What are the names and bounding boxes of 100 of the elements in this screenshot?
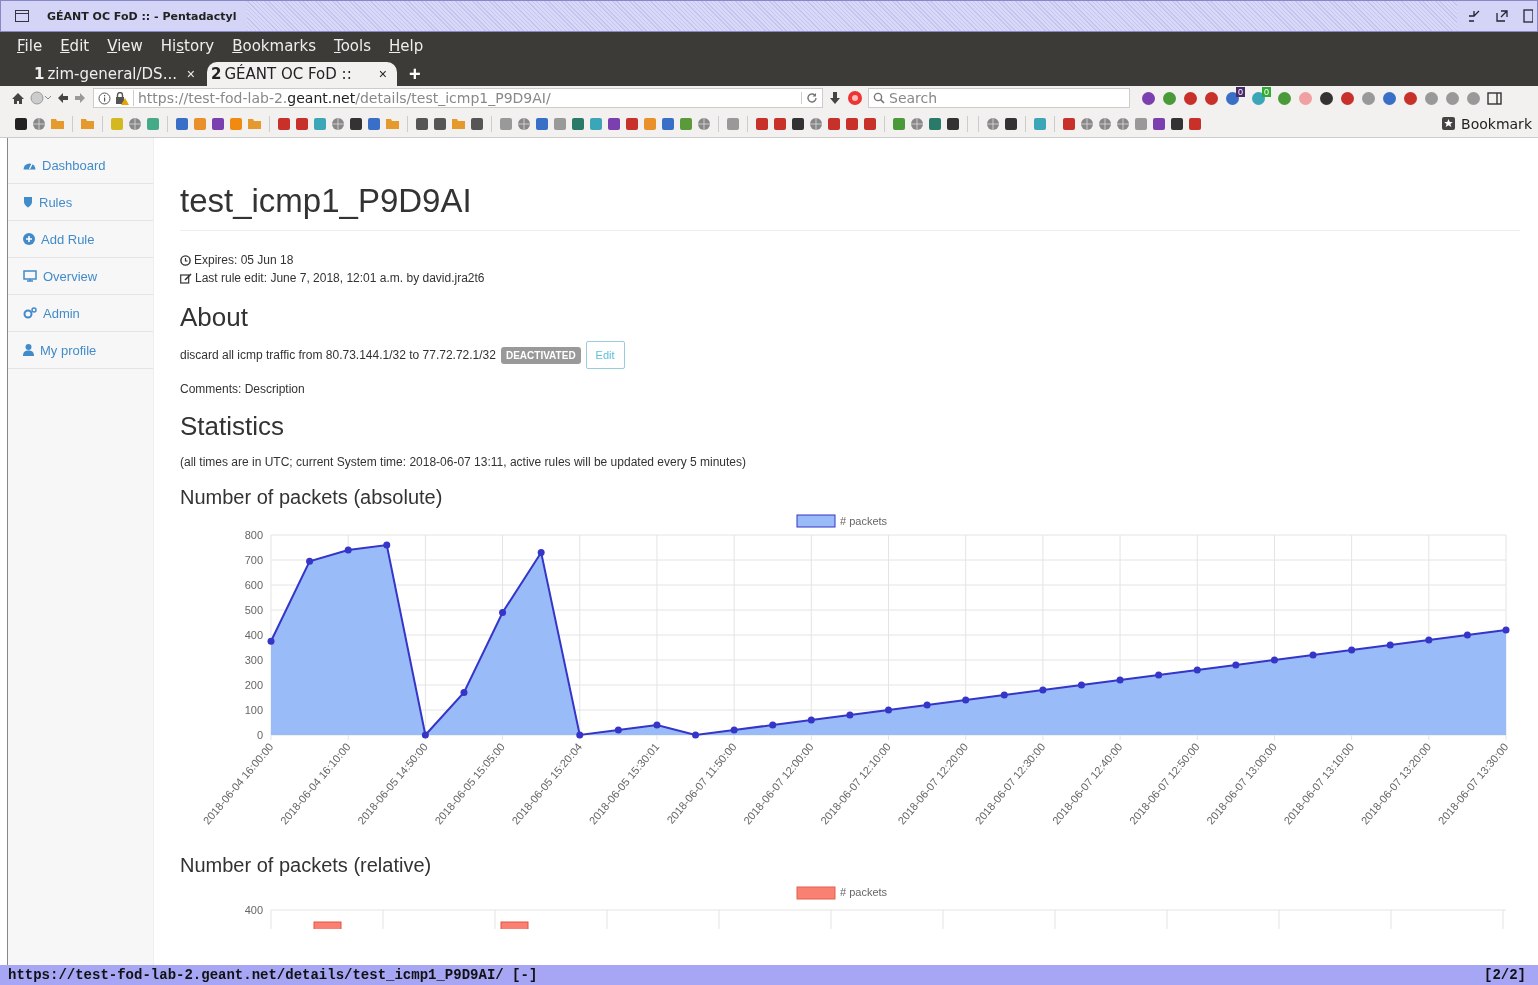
y-tick-label: 400: [244, 629, 263, 641]
info-icon: [98, 91, 111, 105]
data-point: [692, 731, 700, 739]
bookmarks-button[interactable]: Bookmark: [1442, 115, 1532, 132]
data-point: [383, 541, 391, 549]
bookmark-icon[interactable]: [1170, 116, 1184, 131]
data-point: [537, 549, 545, 556]
forward-icon[interactable]: [74, 92, 86, 104]
statistics-note: (all times are in UTC; current System time: 2018-06-07 13:11, active rules will be updated every 5 minutes): [180, 455, 748, 469]
data-point: [460, 689, 468, 696]
data-point: [1116, 676, 1124, 684]
reload-icon[interactable]: [801, 92, 818, 104]
back-icon[interactable]: [57, 92, 69, 104]
addon-badge: 0: [1262, 87, 1272, 97]
menu-item[interactable]: View: [98, 37, 152, 55]
menu-item[interactable]: Bookmarks: [223, 37, 325, 55]
chart-legend: # packets: [796, 514, 888, 528]
menu-item[interactable]: Help: [379, 37, 433, 55]
bookmark-icon[interactable]: [470, 116, 484, 131]
globe-icon[interactable]: [517, 116, 531, 131]
rule-name: test_icmp1_P9D9AI: [180, 182, 1520, 231]
data-point: [1232, 661, 1240, 669]
data-point: [421, 731, 429, 739]
bookmark-icon[interactable]: [433, 116, 447, 131]
expiry-text: Expires: 05 Jun 18: [194, 252, 294, 269]
bookmark-icon[interactable]: [1004, 116, 1018, 131]
cogs-icon: [23, 307, 37, 319]
maximize-icon[interactable]: [1495, 9, 1509, 23]
globe-icon[interactable]: [1098, 116, 1112, 131]
search-field[interactable]: Search: [868, 88, 1130, 108]
minimize-icon[interactable]: [1467, 9, 1481, 23]
data-point: [1077, 681, 1085, 689]
sidebar-icon[interactable]: [1487, 91, 1503, 105]
status-url: https://test-fod-lab-2.geant.net/details/test_icmp1_P9D9AI/ [-]: [8, 967, 538, 983]
globe-icon[interactable]: [1080, 116, 1094, 131]
menu-item[interactable]: Edit: [51, 37, 99, 55]
data-point: [923, 701, 931, 709]
browser-tab[interactable]: 2 GÉANT OC FoD :: ×: [207, 62, 397, 86]
plus-circle-icon: [23, 233, 35, 245]
bookmark-icon[interactable]: [14, 116, 28, 131]
menu-item[interactable]: History: [151, 37, 224, 55]
chart-bar: [500, 921, 529, 929]
home-icon[interactable]: [11, 91, 25, 105]
y-tick-label: 600: [244, 579, 263, 591]
download-icon[interactable]: [828, 91, 842, 105]
bookmark-icon[interactable]: [946, 116, 960, 131]
data-point: [306, 557, 314, 565]
user-icon: [23, 344, 34, 356]
addon-badge: 0: [1236, 87, 1245, 97]
globe-icon[interactable]: [910, 116, 924, 131]
addon-icon[interactable]: [1319, 90, 1335, 106]
data-point: [614, 726, 622, 734]
data-point: [1193, 666, 1201, 674]
y-tick-label: 300: [244, 654, 263, 666]
chart-title: Number of packets (absolute): [180, 486, 444, 509]
data-point: [1425, 636, 1433, 644]
browser-tab[interactable]: 1 zim-general/DS... ×: [30, 62, 205, 86]
data-point: [885, 706, 892, 714]
record-icon[interactable]: [847, 90, 863, 106]
lock-warning-icon: [115, 91, 129, 105]
data-point: [344, 546, 352, 554]
last-edit-text: Last rule edit: June 7, 2018, 12:01 a.m. by david.jra2t6: [195, 270, 485, 287]
tab-number: 1: [34, 65, 45, 83]
y-tick-label: 200: [244, 679, 263, 691]
addon-icon[interactable]: [1340, 90, 1356, 106]
tab-close-button[interactable]: ×: [378, 66, 387, 82]
star-icon: [1442, 117, 1456, 130]
chart-legend: # packets: [796, 886, 888, 900]
y-tick-label: 100: [244, 704, 263, 716]
address-field[interactable]: https://test-fod-lab-2.geant.net/details/test_icmp1_P9D9AI/: [93, 88, 823, 108]
data-point: [1386, 641, 1394, 649]
rule-description: discard all icmp traffic from 80.73.144.1/32 to 77.72.72.1/32: [180, 348, 496, 362]
addon-icon[interactable]: [1403, 90, 1419, 106]
addon-icon[interactable]: [1225, 90, 1240, 106]
menu-item[interactable]: Tools: [325, 37, 380, 55]
addon-icon[interactable]: [1183, 90, 1198, 106]
tab-close-button[interactable]: ×: [186, 66, 195, 82]
tab-title: zim-general/DS...: [47, 65, 178, 83]
addon-icon[interactable]: [1141, 90, 1156, 106]
globe-icon[interactable]: [697, 116, 711, 131]
globe-icon[interactable]: [1116, 116, 1130, 131]
tab-position: [2/2]: [1484, 967, 1526, 983]
shield-icon: [23, 196, 33, 208]
new-tab-button[interactable]: +: [405, 63, 425, 86]
bookmark-icon[interactable]: [349, 116, 363, 131]
addon-icon[interactable]: [1204, 90, 1219, 106]
data-point: [1270, 656, 1278, 664]
data-point: [1000, 691, 1008, 699]
window-title: GÉANT OC FoD :: - Pentadactyl: [47, 9, 237, 23]
bookmark-icon[interactable]: [791, 116, 805, 131]
data-point: [1309, 651, 1317, 659]
data-point: [1463, 631, 1471, 639]
globe-icon[interactable]: [128, 116, 142, 131]
menu-item[interactable]: File: [8, 37, 52, 55]
tab-title: GÉANT OC FoD ::: [224, 65, 353, 83]
data-point: [1502, 626, 1510, 634]
legend-label: # packets: [840, 515, 888, 527]
data-point: [730, 726, 738, 734]
bookmark-icon[interactable]: [415, 116, 429, 131]
data-point: [499, 609, 507, 616]
